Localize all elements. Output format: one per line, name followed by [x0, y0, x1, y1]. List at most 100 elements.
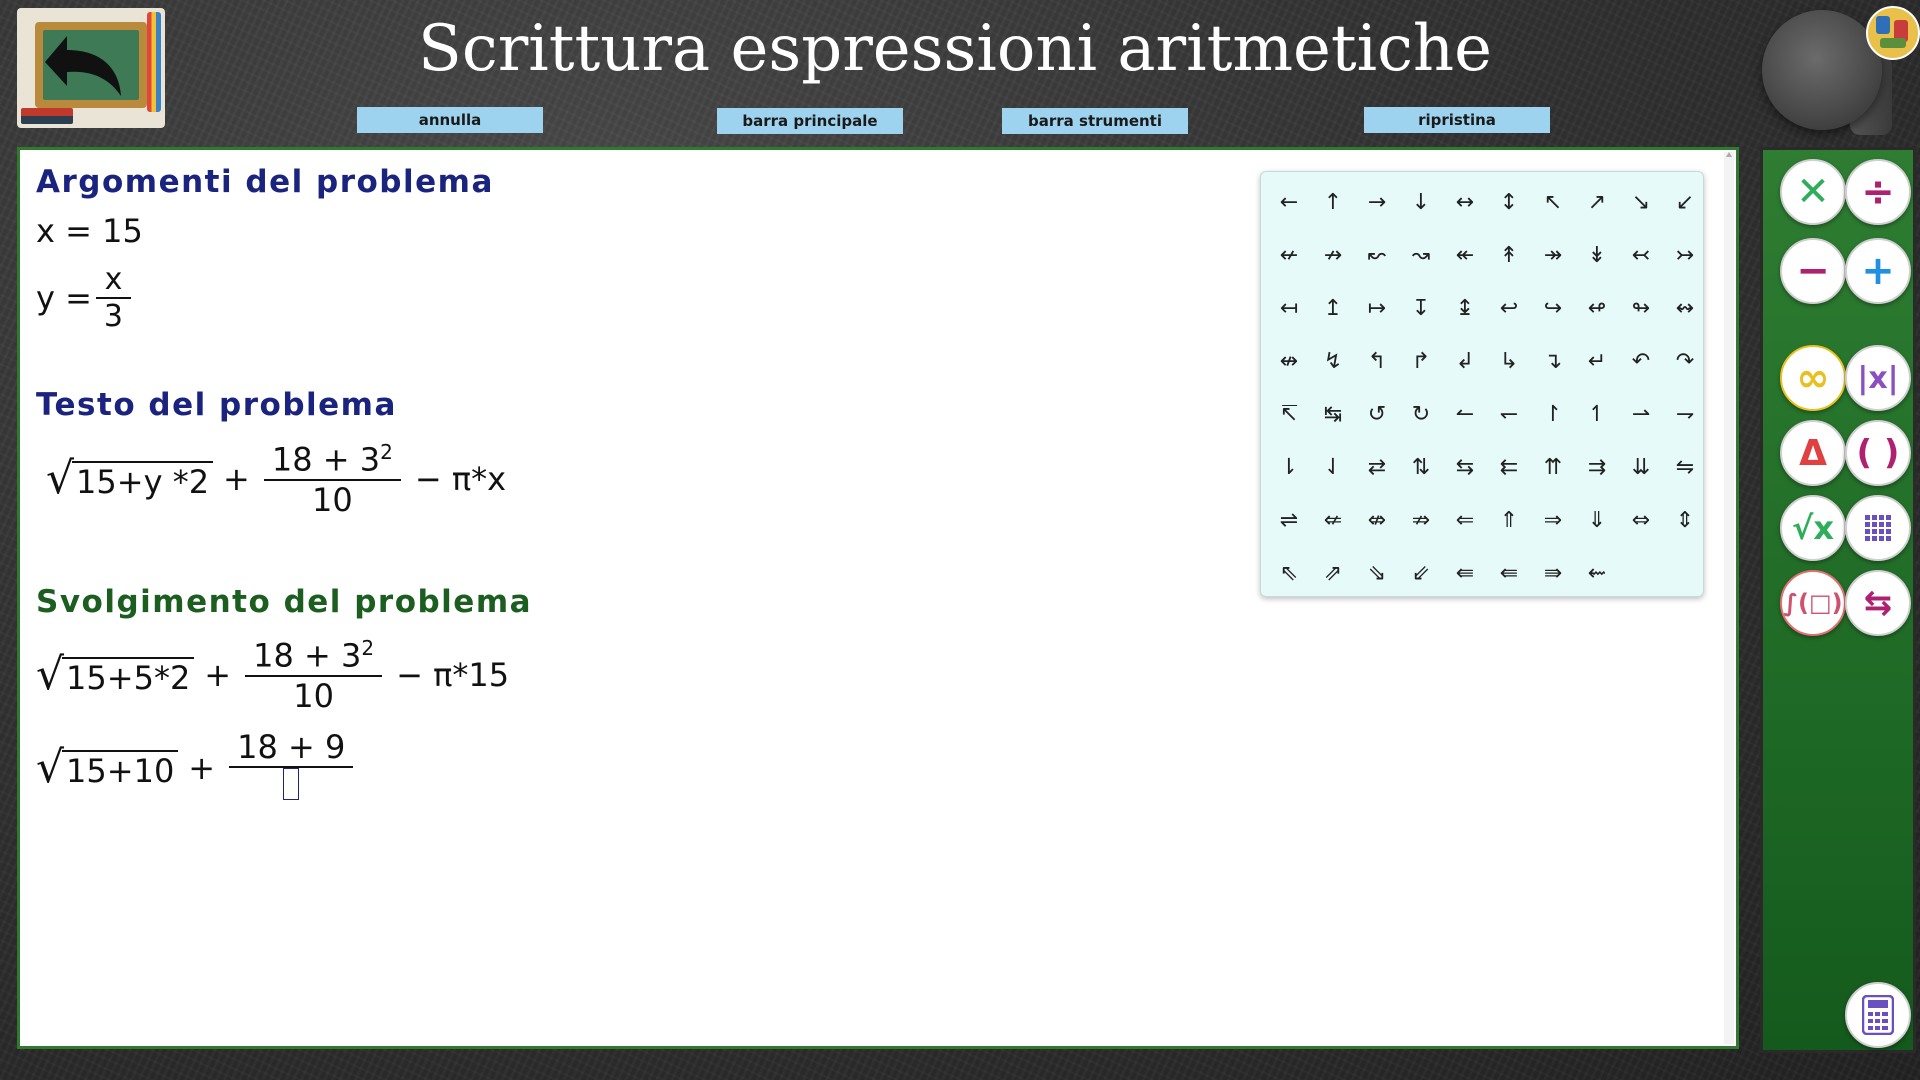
arrow-symbol-cell[interactable]: ⇘ [1355, 547, 1399, 600]
arrow-symbol-cell[interactable]: ↵ [1575, 335, 1619, 388]
arrow-symbol-cell[interactable]: ↿ [1575, 388, 1619, 441]
arrow-symbol-cell[interactable]: ↠ [1531, 229, 1575, 282]
solution-step-1[interactable]: √ 15+5*2 + 18 + 32 10 − π*15 [36, 636, 519, 715]
arrow-symbol-cell[interactable]: ⇏ [1399, 494, 1443, 547]
arrow-symbol-cell[interactable]: ⇋ [1663, 441, 1707, 494]
barra-strumenti-button[interactable]: barra strumenti [1002, 108, 1188, 134]
problem-expression[interactable]: √ 15+y *2 + 18 + 32 10 − π*x [46, 440, 516, 519]
arrow-symbol-cell[interactable]: ↽ [1487, 388, 1531, 441]
arrow-symbol-cell[interactable]: ⇂ [1267, 441, 1311, 494]
divide-button[interactable]: ÷ [1845, 159, 1911, 225]
arrow-symbol-cell[interactable]: ↻ [1399, 388, 1443, 441]
plus-button[interactable]: + [1845, 238, 1911, 304]
arrow-symbol-cell[interactable]: ↾ [1531, 388, 1575, 441]
arrow-symbol-cell[interactable]: ↤ [1267, 282, 1311, 335]
minus-button[interactable]: − [1780, 238, 1846, 304]
arrow-symbol-cell[interactable]: ↡ [1575, 229, 1619, 282]
arrow-symbol-cell[interactable]: ↬ [1619, 282, 1663, 335]
arrow-symbol-cell[interactable]: ⇛ [1531, 547, 1575, 600]
arrow-symbol-cell[interactable]: ↝ [1399, 229, 1443, 282]
arrow-symbol-cell[interactable]: ↕ [1487, 176, 1531, 229]
arrow-symbol-cell[interactable]: ↔ [1443, 176, 1487, 229]
arrow-symbol-cell[interactable]: ↱ [1399, 335, 1443, 388]
arrow-symbol-cell[interactable]: ⇚ [1443, 547, 1487, 600]
input-cursor-box[interactable] [283, 768, 300, 800]
arrow-symbol-cell[interactable]: ↙ [1663, 176, 1707, 229]
arrow-symbol-cell[interactable]: ↨ [1443, 282, 1487, 335]
arrow-symbol-cell[interactable]: ⇐ [1443, 494, 1487, 547]
avatar[interactable] [1866, 6, 1920, 60]
absolute-value-button[interactable]: |x| [1845, 345, 1911, 411]
arrow-symbol-cell[interactable]: ⇊ [1619, 441, 1663, 494]
x-definition[interactable]: x = 15 [36, 212, 143, 250]
arrow-symbol-cell[interactable]: ⇃ [1311, 441, 1355, 494]
infinity-button[interactable]: ∞ [1780, 345, 1846, 411]
arrow-symbol-cell[interactable]: ↴ [1531, 335, 1575, 388]
arrow-symbol-cell[interactable]: ↫ [1575, 282, 1619, 335]
arrow-symbol-cell[interactable]: ⇍ [1311, 494, 1355, 547]
arrow-symbol-cell[interactable]: ↸ [1267, 388, 1311, 441]
arrow-symbol-cell[interactable]: ⇔ [1619, 494, 1663, 547]
arrow-symbol-cell[interactable]: ⇀ [1619, 388, 1663, 441]
arrow-symbol-cell[interactable]: ↹ [1311, 388, 1355, 441]
arrow-symbol-cell[interactable]: ↧ [1399, 282, 1443, 335]
arrow-symbol-cell[interactable]: ↶ [1619, 335, 1663, 388]
arrow-symbol-cell[interactable]: ⇌ [1267, 494, 1311, 547]
multiply-button[interactable]: ✕ [1780, 159, 1846, 225]
parentheses-button[interactable]: ( ) [1845, 420, 1911, 486]
arrow-symbol-cell[interactable]: ↭ [1663, 282, 1707, 335]
grid-button[interactable] [1845, 495, 1911, 561]
ripristina-button[interactable]: ripristina [1364, 107, 1550, 133]
arrow-symbol-cell[interactable]: ⇑ [1487, 494, 1531, 547]
fraction-denominator[interactable] [229, 766, 354, 808]
arrow-symbol-cell[interactable]: ⇆ [1443, 441, 1487, 494]
delta-button[interactable]: Δ [1780, 420, 1846, 486]
calculator-button[interactable] [1845, 982, 1911, 1048]
arrow-symbol-cell[interactable]: ← [1267, 176, 1311, 229]
arrow-symbol-cell[interactable]: ⇎ [1355, 494, 1399, 547]
arrow-symbol-cell[interactable]: ⇄ [1355, 441, 1399, 494]
arrow-symbol-cell[interactable]: ↘ [1619, 176, 1663, 229]
arrow-symbol-cell[interactable]: ↰ [1355, 335, 1399, 388]
arrow-symbol-cell[interactable]: ⇈ [1531, 441, 1575, 494]
arrow-symbol-cell[interactable]: ↢ [1619, 229, 1663, 282]
arrow-symbol-cell[interactable]: ⇗ [1311, 547, 1355, 600]
arrow-symbol-cell[interactable]: ↣ [1663, 229, 1707, 282]
arrow-symbol-cell[interactable]: ↞ [1443, 229, 1487, 282]
arrow-symbol-cell[interactable]: ↪ [1531, 282, 1575, 335]
arrow-symbol-cell[interactable]: ↺ [1355, 388, 1399, 441]
eraser-icon[interactable] [1762, 10, 1882, 130]
arrow-symbol-cell[interactable]: ↩ [1487, 282, 1531, 335]
arrow-symbol-cell[interactable]: ↟ [1487, 229, 1531, 282]
barra-principale-button[interactable]: barra principale [717, 108, 903, 134]
tab-arrows-button[interactable]: ⇆ [1845, 570, 1911, 636]
arrow-symbol-cell[interactable]: ↜ [1355, 229, 1399, 282]
arrow-symbol-cell[interactable]: ⇚ [1487, 547, 1531, 600]
solution-step-2[interactable]: √ 15+10 + 18 + 9 [36, 728, 357, 808]
arrow-symbol-cell[interactable]: → [1355, 176, 1399, 229]
arrow-symbol-cell[interactable]: ↦ [1355, 282, 1399, 335]
arrow-symbol-cell[interactable]: ↓ [1399, 176, 1443, 229]
arrow-symbol-cell[interactable]: ↳ [1487, 335, 1531, 388]
arrow-symbol-cell[interactable]: ↖ [1531, 176, 1575, 229]
arrow-symbol-cell[interactable]: ⇜ [1575, 547, 1619, 600]
arrow-symbol-cell[interactable]: ↑ [1311, 176, 1355, 229]
arrow-symbol-cell[interactable]: ↯ [1311, 335, 1355, 388]
arrow-symbol-cell[interactable]: ⇇ [1487, 441, 1531, 494]
arrow-symbol-cell[interactable]: ⇓ [1575, 494, 1619, 547]
arrow-symbol-cell[interactable]: ⇅ [1399, 441, 1443, 494]
arrow-symbol-cell[interactable]: ⇕ [1663, 494, 1707, 547]
annulla-button[interactable]: annulla [357, 107, 543, 133]
arrow-symbol-cell[interactable]: ↲ [1443, 335, 1487, 388]
arrow-symbol-cell[interactable]: ⇒ [1531, 494, 1575, 547]
arrow-symbol-cell[interactable]: ↛ [1311, 229, 1355, 282]
arrow-symbol-cell[interactable]: ⇖ [1267, 547, 1311, 600]
back-button[interactable] [17, 8, 165, 128]
arrow-symbol-cell[interactable]: ⇙ [1399, 547, 1443, 600]
arrow-symbol-cell[interactable]: ↗ [1575, 176, 1619, 229]
arrow-symbol-cell[interactable]: ⇁ [1663, 388, 1707, 441]
arrow-symbol-cell[interactable]: ↷ [1663, 335, 1707, 388]
arrow-symbol-cell[interactable]: ↼ [1443, 388, 1487, 441]
y-definition[interactable]: y = x 3 [36, 262, 135, 334]
integral-button[interactable]: ∫(□) [1780, 570, 1846, 636]
